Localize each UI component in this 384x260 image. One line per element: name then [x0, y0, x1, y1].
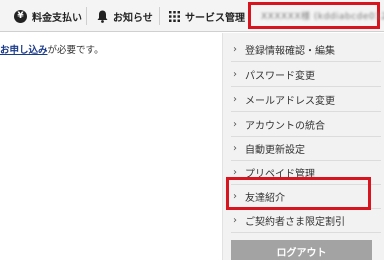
notice-text: お申し込みが必要です。 [0, 42, 104, 56]
nav-divider [86, 7, 87, 25]
grid-icon [169, 10, 180, 22]
apply-link[interactable]: お申し込み [0, 45, 48, 56]
menu-item-email[interactable]: › メールアドレス変更 [231, 88, 381, 112]
menu-item-label: 友達紹介 [245, 193, 285, 204]
menu-item-label: 登録情報確認・編集 [245, 46, 335, 57]
notifications-nav-button[interactable]: お知らせ [97, 0, 153, 32]
menu-item-auto-renew[interactable]: › 自動更新設定 [231, 137, 381, 161]
notice-suffix: が必要です。 [47, 45, 104, 56]
chevron-right-icon: › [233, 167, 237, 178]
services-label: サービス管理 [185, 12, 245, 24]
menu-item-password[interactable]: › パスワード変更 [231, 63, 381, 87]
menu-item-account-merge[interactable]: › アカウントの統合 [231, 113, 381, 137]
user-name: XXXXXX様 (kddiabcde0123) [261, 12, 384, 22]
chevron-right-icon: › [233, 143, 237, 154]
nav-divider [159, 7, 160, 25]
chevron-right-icon: › [233, 94, 237, 105]
chevron-right-icon: › [233, 215, 237, 226]
logout-button[interactable]: ログアウト [231, 240, 372, 260]
billing-nav-button[interactable]: ¥ 料金支払い [14, 0, 82, 32]
menu-item-friend-referral[interactable]: › 友達紹介 [231, 185, 381, 209]
user-account-button[interactable]: XXXXXX様 (kddiabcde0123) [248, 2, 384, 29]
chevron-right-icon: › [233, 44, 237, 55]
billing-label: 料金支払い [32, 12, 82, 24]
yen-icon: ¥ [14, 9, 27, 23]
chevron-right-icon: › [233, 119, 237, 130]
menu-item-member-discount[interactable]: › ご契約者さま限定割引 [231, 209, 381, 233]
main-content: お申し込みが必要です。 [0, 33, 220, 260]
chevron-right-icon: › [233, 191, 237, 202]
account-menu: › 登録情報確認・編集 › パスワード変更 › メールアドレス変更 › アカウン… [222, 33, 384, 260]
menu-item-label: パスワード変更 [245, 71, 315, 82]
top-nav-bar: ¥ 料金支払い お知らせ サービス管理 XXXXXX様 (kddiabcde01 [0, 0, 384, 32]
menu-item-label: メールアドレス変更 [245, 96, 335, 107]
bell-icon [97, 10, 108, 23]
menu-item-label: ご契約者さま限定割引 [245, 217, 345, 228]
menu-item-label: 自動更新設定 [245, 145, 305, 156]
chevron-right-icon: › [233, 69, 237, 80]
notifications-label: お知らせ [113, 12, 153, 24]
menu-item-profile[interactable]: › 登録情報確認・編集 [231, 38, 381, 62]
menu-item-prepaid[interactable]: › プリペイド管理 [231, 161, 381, 185]
menu-item-label: プリペイド管理 [245, 169, 315, 180]
services-nav-button[interactable]: サービス管理 [169, 0, 245, 32]
menu-item-label: アカウントの統合 [245, 121, 325, 132]
